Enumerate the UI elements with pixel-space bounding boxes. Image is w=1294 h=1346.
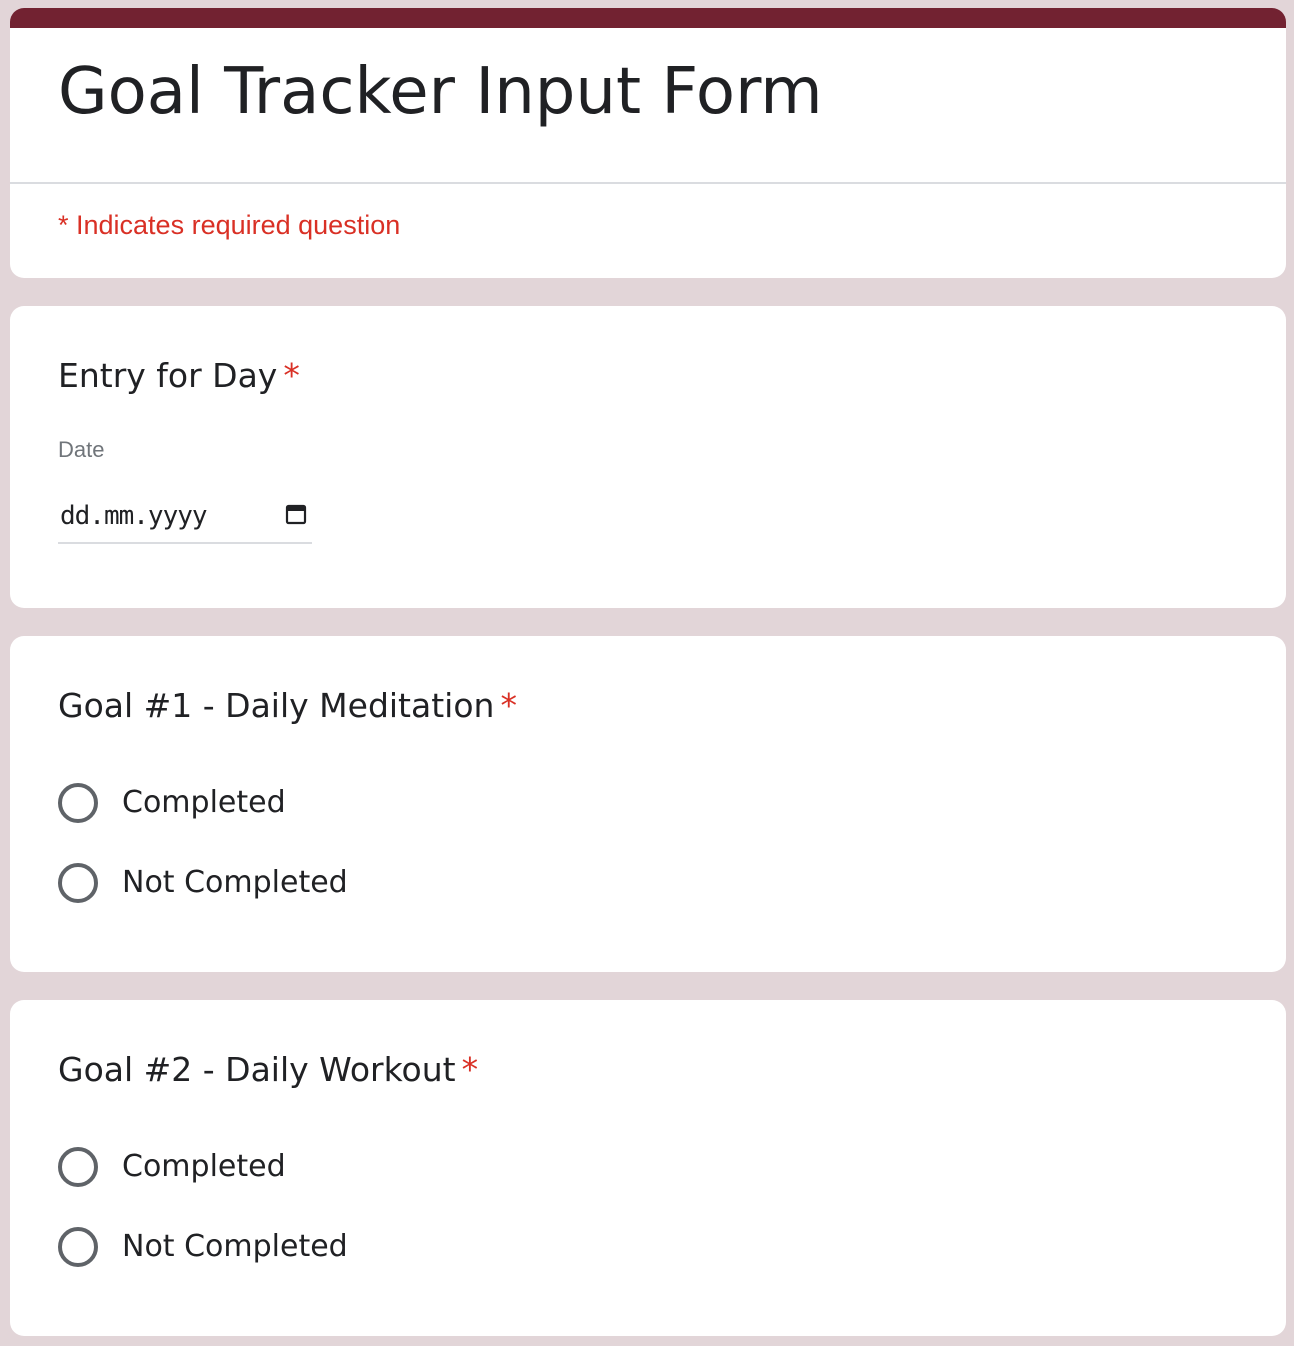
question-title: Goal #1 - Daily Meditation * — [58, 686, 517, 726]
required-question-note: * Indicates required question — [58, 210, 401, 240]
radio-option-not-completed[interactable]: Not Completed — [58, 861, 348, 905]
radio-option-completed[interactable]: Completed — [58, 781, 286, 825]
header-divider — [10, 182, 1286, 184]
radio-option-label: Completed — [122, 1149, 286, 1184]
radio-option-label: Not Completed — [122, 1229, 348, 1264]
header-accent-band — [10, 8, 1286, 28]
radio-button[interactable] — [58, 863, 98, 903]
form-header-card: Goal Tracker Input Form * Indicates requ… — [10, 8, 1286, 278]
radio-option-label: Not Completed — [122, 865, 348, 900]
question-card-goal-2: Goal #2 - Daily Workout * Completed Not C… — [10, 1000, 1286, 1336]
radio-button[interactable] — [58, 783, 98, 823]
question-card-entry-for-day: Entry for Day * Date dd.mm.yyyy — [10, 306, 1286, 608]
radio-option-completed[interactable]: Completed — [58, 1145, 286, 1189]
radio-button[interactable] — [58, 1147, 98, 1187]
date-field-label: Date — [58, 437, 105, 462]
radio-button[interactable] — [58, 1227, 98, 1267]
question-title-text: Goal #1 - Daily Meditation — [58, 686, 495, 725]
date-input-placeholder: dd.mm.yyyy — [60, 501, 208, 531]
question-title: Entry for Day * — [58, 356, 300, 396]
question-title-text: Goal #2 - Daily Workout — [58, 1050, 456, 1089]
question-card-goal-1: Goal #1 - Daily Meditation * Completed No… — [10, 636, 1286, 972]
radio-option-label: Completed — [122, 785, 286, 820]
required-asterisk: * — [283, 356, 300, 395]
radio-option-not-completed[interactable]: Not Completed — [58, 1225, 348, 1269]
question-title: Goal #2 - Daily Workout * — [58, 1050, 478, 1090]
required-asterisk: * — [500, 686, 517, 725]
form-title: Goal Tracker Input Form — [58, 55, 823, 129]
calendar-icon[interactable] — [284, 502, 308, 526]
question-title-text: Entry for Day — [58, 356, 278, 395]
required-asterisk: * — [461, 1050, 479, 1089]
date-input[interactable]: dd.mm.yyyy — [58, 494, 312, 544]
